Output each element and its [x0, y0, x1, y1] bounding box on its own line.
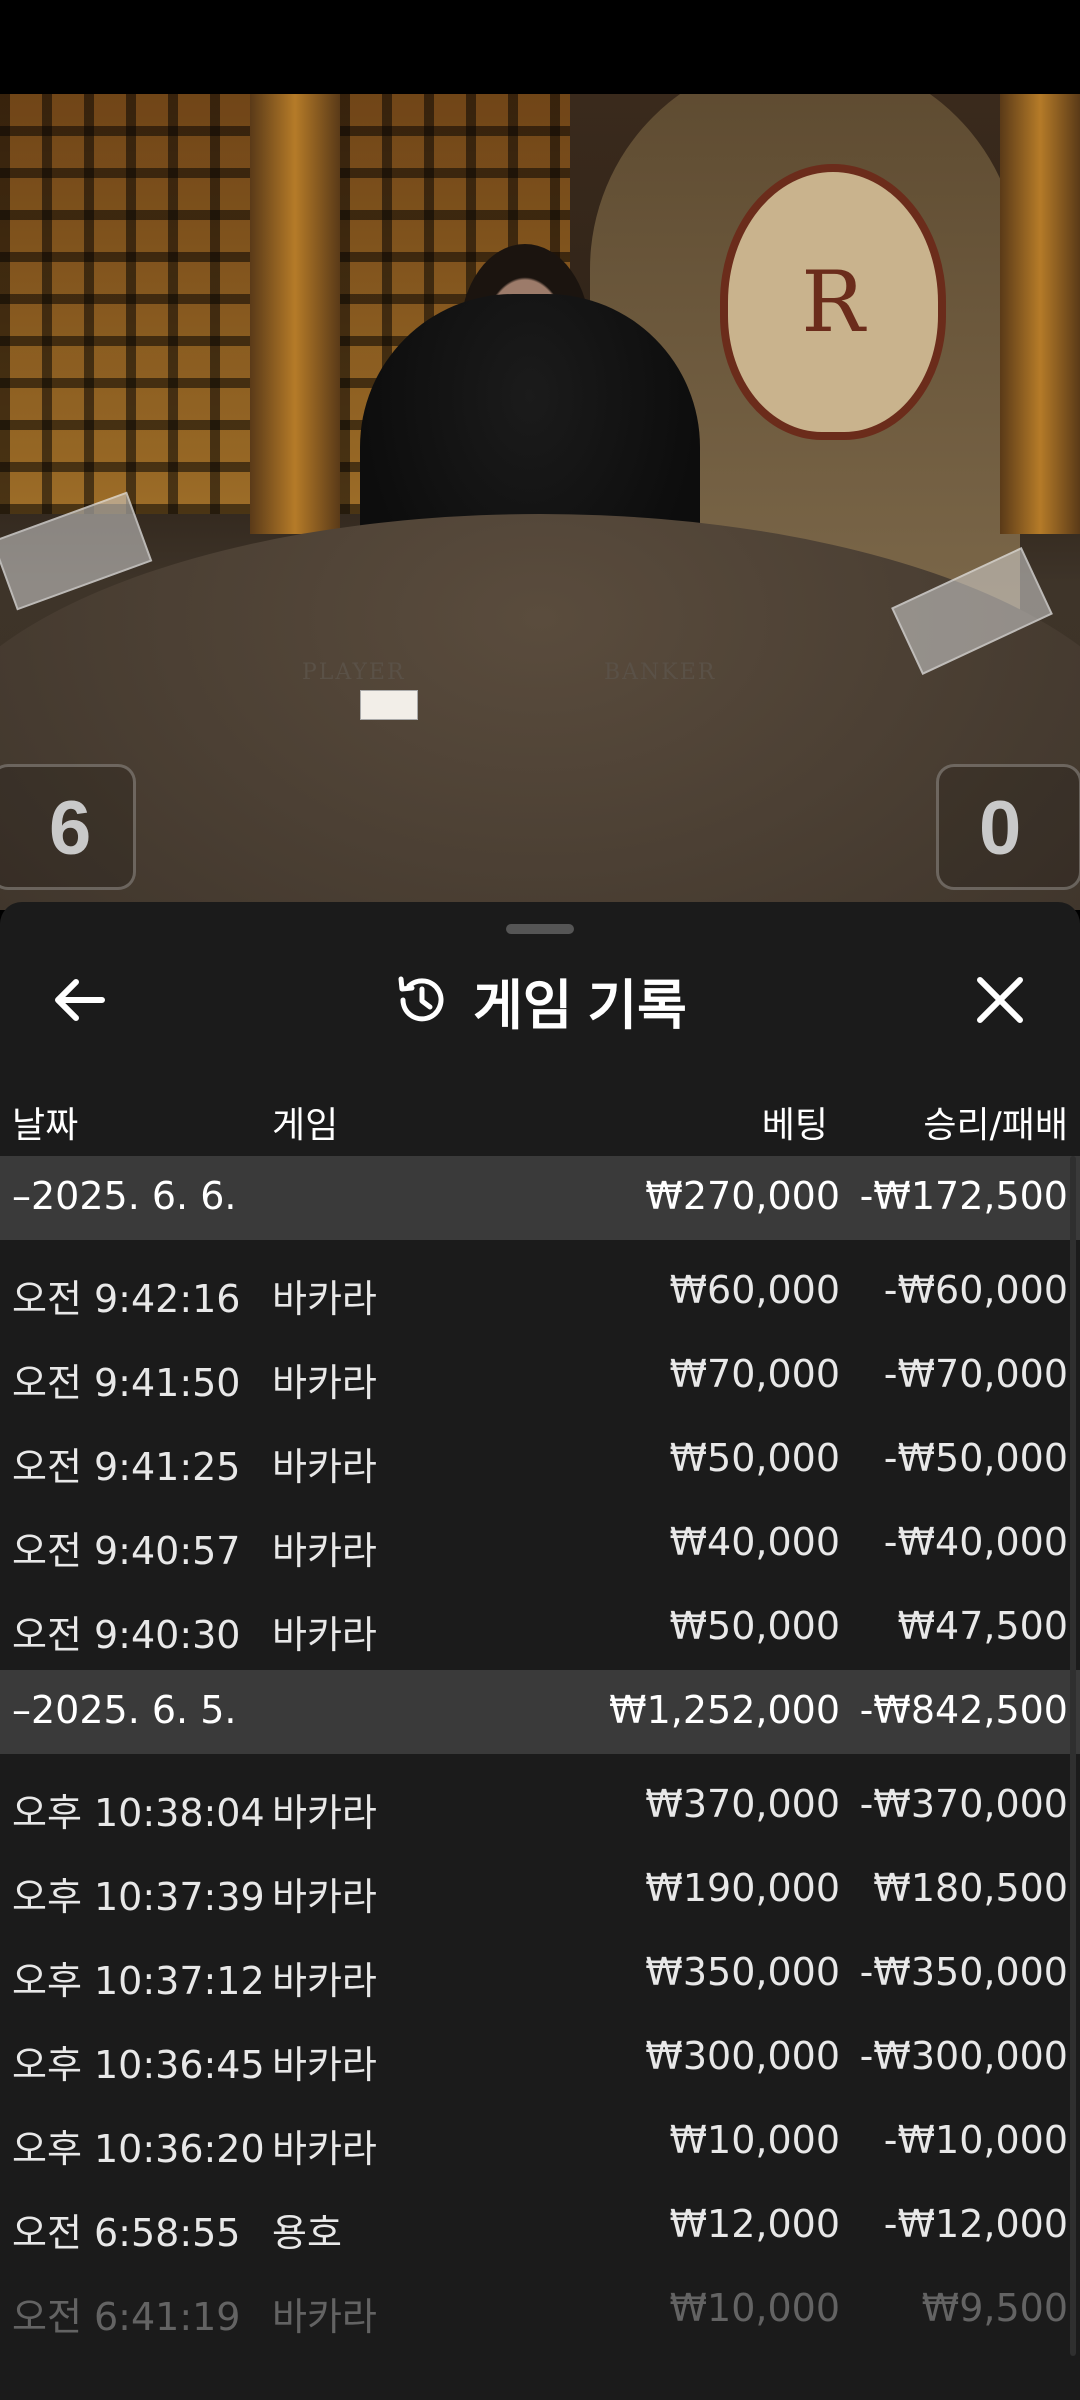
row-time: 오전 6:41:19	[12, 2295, 241, 2339]
row-game: 바카라	[272, 1959, 377, 2003]
history-row[interactable]: 오전 9:40:30 바카라 ₩50,000 ₩47,500	[0, 1586, 1080, 1670]
close-icon	[977, 977, 1023, 1023]
row-win-loss: -₩350,000	[859, 1950, 1068, 1994]
column-header-bet: 베팅	[761, 1105, 828, 1146]
status-bar	[0, 0, 1080, 94]
baccarat-table	[0, 514, 1080, 910]
history-row[interactable]: 오전 9:42:16 바카라 ₩60,000 -₩60,000	[0, 1250, 1080, 1334]
playing-card	[360, 690, 418, 720]
live-video-feed: R PLAYER BANKER 6 0	[0, 94, 1080, 910]
row-game: 바카라	[272, 1613, 377, 1657]
row-bet: ₩12,000	[669, 2202, 840, 2246]
row-game: 바카라	[272, 1445, 377, 1489]
row-win-loss: -₩10,000	[883, 2118, 1068, 2162]
history-row[interactable]: 오전 9:41:25 바카라 ₩50,000 -₩50,000	[0, 1418, 1080, 1502]
row-win-loss: -₩40,000	[883, 1520, 1068, 1564]
row-bet: ₩50,000	[669, 1604, 840, 1648]
row-win-loss: ₩9,500	[921, 2286, 1068, 2330]
history-icon	[398, 976, 444, 1022]
row-game: 바카라	[272, 2043, 377, 2087]
row-time: 오후 10:38:04	[12, 1791, 265, 1835]
history-row[interactable]: 오전 6:58:55 용호 ₩12,000 -₩12,000	[0, 2184, 1080, 2268]
row-time: 오전 9:41:25	[12, 1445, 241, 1489]
pillar-left	[250, 94, 340, 534]
history-row[interactable]: 오후 10:36:45 바카라 ₩300,000 -₩300,000	[0, 2016, 1080, 2100]
date-group-header[interactable]: –2025. 6. 6. ₩270,000 -₩172,500	[0, 1156, 1080, 1240]
row-game: 바카라	[272, 1529, 377, 1573]
group-bet-total: ₩1,252,000	[609, 1688, 840, 1732]
row-game: 바카라	[272, 1361, 377, 1405]
row-time: 오전 9:40:57	[12, 1529, 241, 1573]
group-date: –2025. 6. 5.	[12, 1688, 237, 1732]
table-label-player: PLAYER	[302, 660, 406, 685]
row-time: 오후 10:36:45	[12, 2043, 265, 2087]
row-win-loss: ₩180,500	[873, 1866, 1068, 1910]
row-bet: ₩10,000	[669, 2286, 840, 2330]
history-list[interactable]: –2025. 6. 6. ₩270,000 -₩172,500 오전 9:42:…	[0, 1156, 1080, 2352]
banker-score-box: 0	[936, 764, 1080, 890]
column-header-game: 게임	[272, 1105, 339, 1146]
banker-score: 0	[979, 786, 1022, 871]
row-game: 바카라	[272, 1277, 377, 1321]
group-win-loss-total: -₩842,500	[859, 1688, 1068, 1732]
row-bet: ₩370,000	[645, 1782, 840, 1826]
row-win-loss: -₩370,000	[859, 1782, 1068, 1826]
history-row[interactable]: 오후 10:37:39 바카라 ₩190,000 ₩180,500	[0, 1848, 1080, 1932]
pillar-right	[1000, 94, 1080, 534]
row-game: 용호	[272, 2211, 342, 2255]
row-game: 바카라	[272, 2127, 377, 2171]
game-history-panel: 게임 기록 날짜 게임 베팅 승리/패배 –2025. 6. 6. ₩270,0…	[0, 902, 1080, 2400]
close-button[interactable]	[960, 960, 1040, 1040]
row-game: 바카라	[272, 1791, 377, 1835]
history-row[interactable]: 오후 10:36:20 바카라 ₩10,000 -₩10,000	[0, 2100, 1080, 2184]
history-row[interactable]: 오후 10:38:04 바카라 ₩370,000 -₩370,000	[0, 1764, 1080, 1848]
row-bet: ₩350,000	[645, 1950, 840, 1994]
row-bet: ₩40,000	[669, 1520, 840, 1564]
player-score-box: 6	[0, 764, 136, 890]
history-row[interactable]: 오전 9:40:57 바카라 ₩40,000 -₩40,000	[0, 1502, 1080, 1586]
row-win-loss: -₩300,000	[859, 2034, 1068, 2078]
row-bet: ₩50,000	[669, 1436, 840, 1480]
row-win-loss: -₩70,000	[883, 1352, 1068, 1396]
row-game: 바카라	[272, 2295, 377, 2339]
row-game: 바카라	[272, 1875, 377, 1919]
group-win-loss-total: -₩172,500	[859, 1174, 1068, 1218]
row-bet: ₩60,000	[669, 1268, 840, 1312]
row-time: 오후 10:37:39	[12, 1875, 265, 1919]
panel-header: 게임 기록	[0, 958, 1080, 1042]
table-label-banker: BANKER	[604, 660, 717, 685]
column-header-win-loss: 승리/패배	[923, 1105, 1068, 1146]
row-time: 오전 9:42:16	[12, 1277, 241, 1321]
row-win-loss: ₩47,500	[897, 1604, 1068, 1648]
group-bet-total: ₩270,000	[645, 1174, 840, 1218]
row-win-loss: -₩50,000	[883, 1436, 1068, 1480]
history-row[interactable]: 오전 9:41:50 바카라 ₩70,000 -₩70,000	[0, 1334, 1080, 1418]
row-time: 오전 6:58:55	[12, 2211, 241, 2255]
column-header-date: 날짜	[12, 1105, 79, 1146]
row-bet: ₩10,000	[669, 2118, 840, 2162]
row-bet: ₩300,000	[645, 2034, 840, 2078]
lattice-screen-left	[0, 94, 250, 514]
date-group-header[interactable]: –2025. 6. 5. ₩1,252,000 -₩842,500	[0, 1670, 1080, 1754]
row-win-loss: -₩12,000	[883, 2202, 1068, 2246]
row-time: 오후 10:37:12	[12, 1959, 265, 2003]
history-row[interactable]: 오전 6:41:19 바카라 ₩10,000 ₩9,500	[0, 2268, 1080, 2352]
table-header: 날짜 게임 베팅 승리/패배	[0, 1082, 1080, 1152]
row-time: 오전 9:40:30	[12, 1613, 241, 1657]
row-bet: ₩190,000	[645, 1866, 840, 1910]
scrollbar[interactable]	[1070, 1156, 1076, 2356]
group-date: –2025. 6. 6.	[12, 1174, 237, 1218]
row-bet: ₩70,000	[669, 1352, 840, 1396]
row-time: 오전 9:41:50	[12, 1361, 241, 1405]
history-row[interactable]: 오후 10:37:12 바카라 ₩350,000 -₩350,000	[0, 1932, 1080, 2016]
player-score: 6	[49, 786, 92, 871]
crest-logo: R	[720, 164, 946, 440]
row-win-loss: -₩60,000	[883, 1268, 1068, 1312]
row-time: 오후 10:36:20	[12, 2127, 265, 2171]
drag-handle[interactable]	[506, 924, 574, 934]
page-title: 게임 기록	[473, 975, 687, 1036]
